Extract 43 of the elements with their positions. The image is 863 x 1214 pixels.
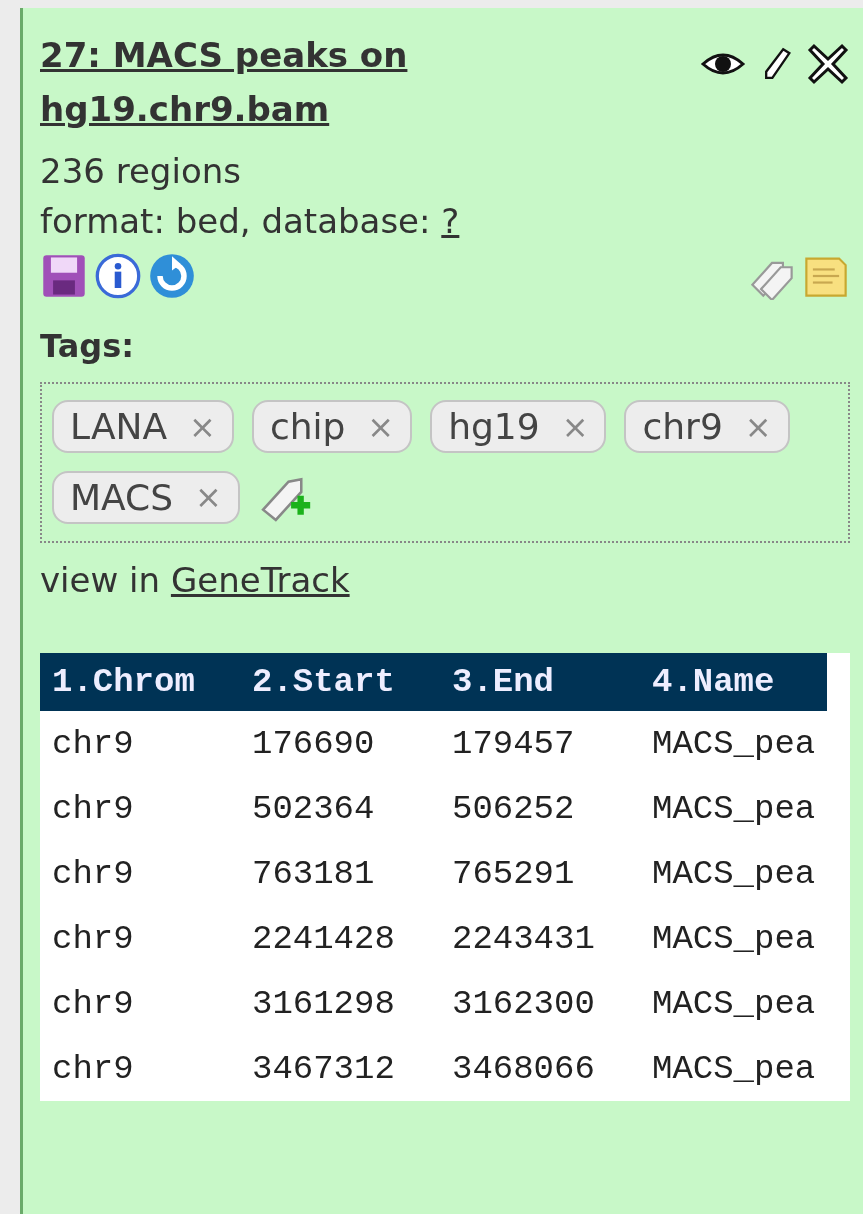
table-cell: MACS_pea <box>640 711 828 776</box>
column-header: 4.Name <box>640 653 828 711</box>
column-header: 1.Chrom <box>40 653 240 711</box>
table-cell: 176690 <box>240 711 440 776</box>
dataset-title[interactable]: 27: MACS peaks on hg19.chr9.bam <box>40 28 500 136</box>
tag[interactable]: chr9 × <box>624 400 790 453</box>
tags-label: Tags: <box>40 326 136 367</box>
close-icon[interactable] <box>806 42 850 86</box>
table-cell-text: MACS_pea <box>651 1049 817 1090</box>
table-cell-text: 2243431 <box>451 919 596 960</box>
table-cell: chr9 <box>40 711 240 776</box>
tag[interactable]: hg19 × <box>430 400 607 453</box>
table-cell-text: chr9 <box>51 1049 135 1090</box>
table-cell-text: 506252 <box>451 789 576 830</box>
table-cell-text: MACS_pea <box>651 789 817 830</box>
table-cell-text: chr9 <box>51 919 135 960</box>
table-cell-text: 502364 <box>251 789 376 830</box>
column-header: 2.Start <box>240 653 440 711</box>
column-header: 3.End <box>440 653 640 711</box>
database-link[interactable]: ? <box>441 201 460 241</box>
table-cell-text: MACS_pea <box>651 919 817 960</box>
table-cell-text: chr9 <box>51 789 135 830</box>
table-cell-text: MACS_pea <box>651 984 817 1025</box>
table-cell: 179457 <box>440 711 640 776</box>
table-cell-text: chr9 <box>51 984 135 1025</box>
table-cell-text: 765291 <box>451 854 576 895</box>
table-cell-text: 2241428 <box>251 919 396 960</box>
genetrack-link[interactable]: GeneTrack <box>170 560 350 600</box>
tag[interactable]: chip × <box>251 400 413 453</box>
view-text: view in <box>40 560 162 600</box>
table-cell-text: 3467312 <box>251 1049 396 1090</box>
tag[interactable]: LANA × <box>52 400 234 453</box>
table-cell-text: MACS_pea <box>651 854 817 895</box>
info-icon[interactable] <box>94 252 142 300</box>
refresh-icon[interactable] <box>148 252 196 300</box>
table-cell-text: 3162300 <box>451 984 596 1025</box>
table-cell-text: 3468066 <box>451 1049 596 1090</box>
table-cell-text: 763181 <box>251 854 376 895</box>
table-cell-text: 3161298 <box>251 984 396 1025</box>
region-count: 236 regions <box>40 150 242 193</box>
format-text: format: bed, database: <box>40 201 432 241</box>
table-cell-text: chr9 <box>51 854 135 895</box>
tag[interactable]: MACS × <box>52 470 240 524</box>
